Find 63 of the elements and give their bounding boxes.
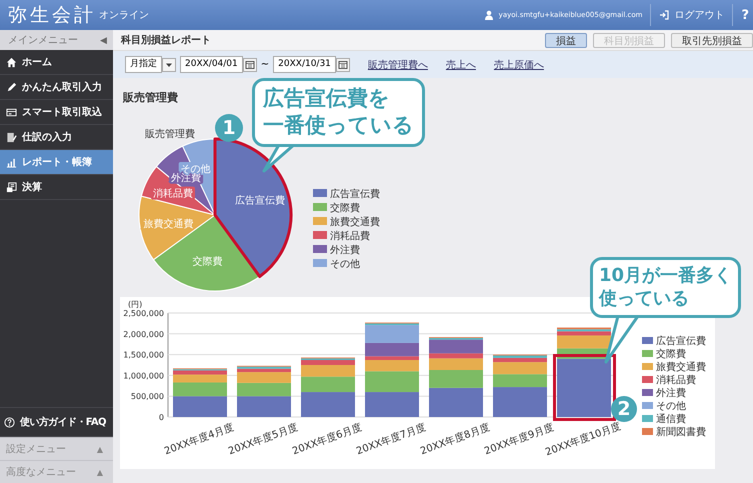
y-tick-label: 2,500,000 [123, 309, 164, 318]
legend-label: 旅費交通費 [330, 217, 380, 228]
section-title: 販売管理費 [123, 90, 178, 105]
report-tab-button[interactable]: 損益 [545, 32, 587, 48]
user-icon [484, 10, 494, 20]
sidebar-item[interactable]: 決算 [0, 175, 113, 200]
number-badge: 1 [215, 114, 243, 142]
callout-text: 10月が一番多く [599, 264, 732, 288]
app-logo: 弥生会計 [8, 3, 96, 28]
app-subtitle: オンライン [99, 9, 149, 22]
callout-text: 使っている [599, 287, 690, 311]
callout-text: 一番使っている [263, 112, 414, 140]
sidebar-title: メインメニュー [8, 34, 78, 47]
legend-label: 広告宣伝費 [656, 336, 706, 347]
legend-label: 外注費 [656, 388, 686, 399]
help-button[interactable]: ? [741, 8, 749, 22]
chart-title: 販売管理費 [145, 129, 195, 140]
collapse-button[interactable]: ◀ [100, 35, 107, 45]
legend-label: その他 [656, 401, 686, 412]
report-link[interactable]: 売上へ [446, 58, 476, 72]
legend-label: 消耗品費 [330, 231, 370, 242]
document-icon [6, 132, 17, 142]
report-link[interactable]: 販売管理費へ [368, 58, 428, 72]
calendar-icon[interactable] [336, 58, 350, 72]
legend-label: その他 [330, 259, 360, 270]
pencil-icon [6, 82, 17, 92]
slice-label: 消耗品費 [153, 188, 194, 200]
report-link[interactable]: 売上原価へ [494, 58, 544, 72]
y-tick-label: 0 [158, 413, 164, 422]
help-icon [4, 416, 15, 428]
y-tick-label: 500,000 [130, 392, 164, 402]
legend-label: 交際費 [656, 349, 686, 360]
slice-label: 広告宣伝費 [234, 195, 285, 206]
page-title: 科目別損益レポート [121, 34, 211, 47]
sidebar-item[interactable]: スマート取引取込 [0, 100, 113, 125]
card-icon [6, 106, 17, 118]
period-select[interactable]: 月指定 [125, 56, 162, 73]
slice-label: 旅費交通費 [144, 218, 194, 230]
legend-label: 旅費交通費 [656, 362, 706, 373]
report-tab-button[interactable]: 取引先別損益 [671, 32, 753, 48]
y-tick-label: 1,000,000 [123, 371, 164, 380]
legend-label: 外注費 [330, 245, 360, 256]
bar-chart-icon [6, 156, 17, 168]
ledger-icon [6, 182, 17, 192]
calendar-icon[interactable] [242, 58, 257, 72]
y-tick-label: 2,000,000 [123, 330, 164, 339]
sidebar-item[interactable]: かんたん取引入力 [0, 75, 113, 100]
home-icon [6, 56, 17, 68]
legend-label: 通信費 [656, 414, 686, 425]
logout-icon [659, 10, 670, 20]
legend-label: 交際費 [330, 203, 360, 214]
legend-label: 消耗品費 [656, 375, 696, 386]
bar-segment [365, 392, 419, 417]
y-tick-label: 1,500,000 [123, 350, 164, 360]
start-date-field[interactable]: 20XX/04/01 [180, 56, 243, 73]
legend-label: 新聞図書費 [656, 427, 706, 438]
range-separator: ~ [260, 59, 270, 70]
slice-label: 交際費 [192, 256, 223, 268]
end-date-field[interactable]: 20XX/10/31 [273, 56, 336, 73]
logout-link[interactable]: ログアウト [674, 8, 724, 22]
axis-unit-label: (円) [128, 300, 142, 309]
callout-text: 広告宣伝費を [263, 85, 391, 112]
legend-label: 広告宣伝費 [330, 189, 380, 200]
